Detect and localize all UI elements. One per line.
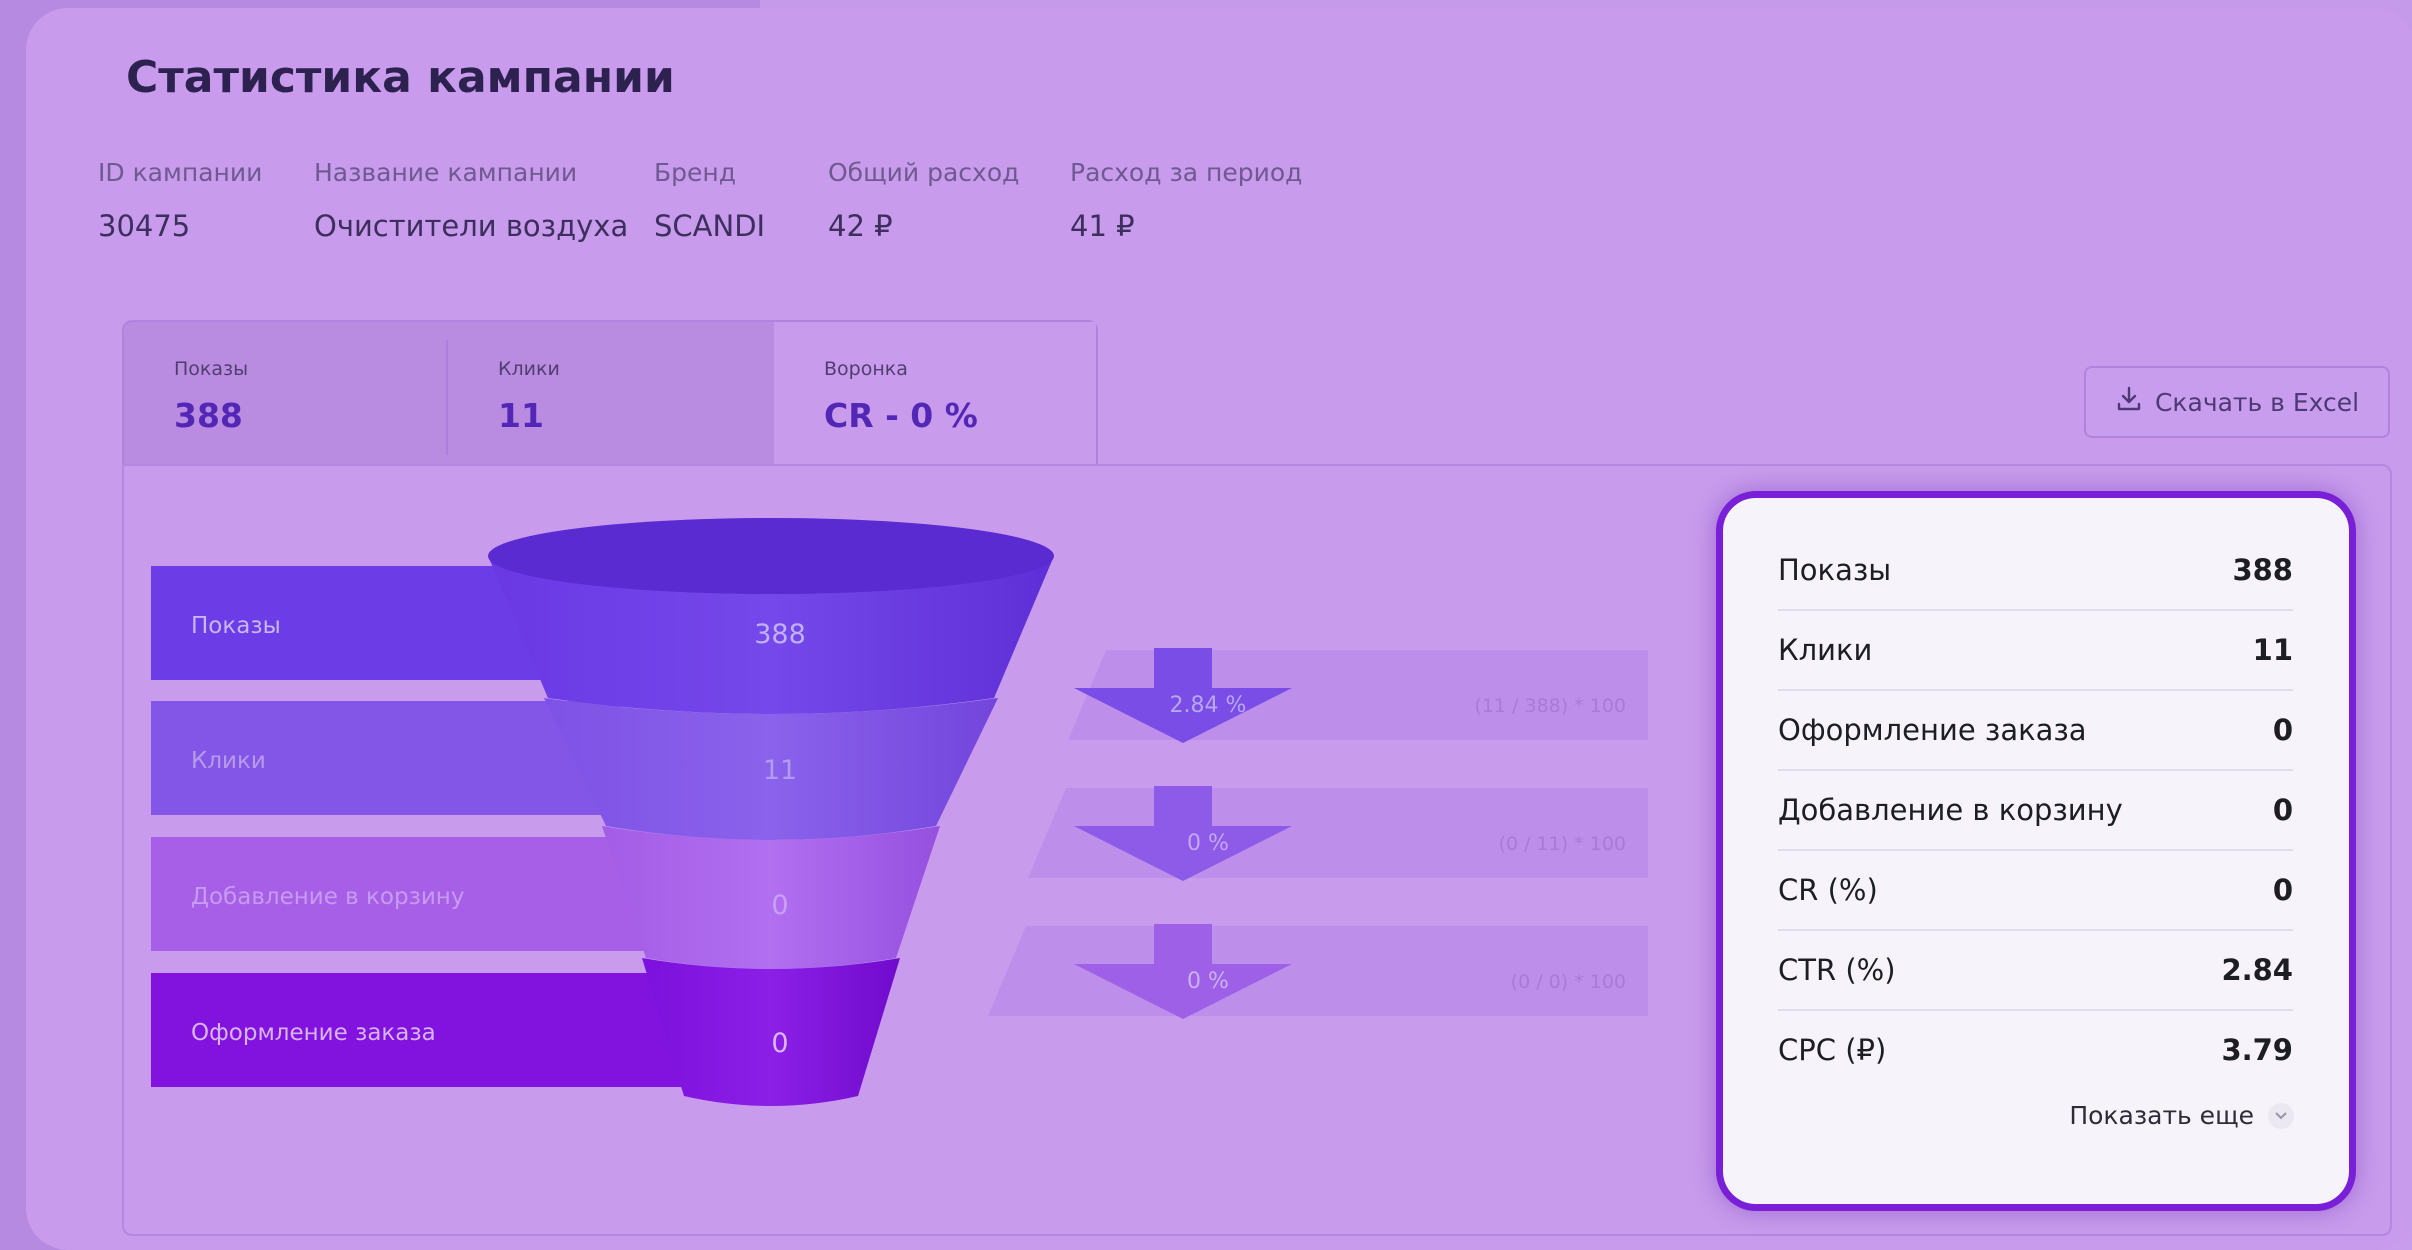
funnel-segment: 388	[488, 518, 1054, 714]
stage-value: 388	[754, 619, 806, 650]
conversion-formula: (0 / 0) * 100	[1511, 971, 1626, 993]
show-more-label: Показать еще	[2069, 1101, 2254, 1130]
summary-label: CTR (%)	[1778, 953, 1896, 987]
conversion-row: 0 % (0 / 11) * 100	[1028, 786, 1648, 881]
summary-value: 11	[2252, 633, 2293, 667]
summary-value: 388	[2232, 553, 2293, 587]
conversion-percent: 0 %	[1187, 831, 1229, 856]
stage-label: Клики	[191, 748, 266, 774]
summary-row: CTR (%) 2.84	[1778, 931, 2293, 1011]
summary-value: 0	[2272, 793, 2293, 827]
summary-row: Клики 11	[1778, 611, 2293, 691]
funnel-segment: 0	[642, 958, 900, 1106]
conversion-row: 0 % (0 / 0) * 100	[988, 924, 1648, 1019]
summary-label: Оформление заказа	[1778, 713, 2087, 747]
funnel-stage: Оформление заказа	[151, 973, 711, 1087]
chevron-down-icon	[2268, 1102, 2294, 1129]
summary-row: CPC (₽) 3.79	[1778, 1011, 2293, 1089]
summary-label: Показы	[1778, 553, 1892, 587]
stage-value: 11	[763, 755, 797, 786]
conversion-formula: (0 / 11) * 100	[1499, 833, 1626, 855]
stage-label: Оформление заказа	[191, 1020, 436, 1046]
funnel-segment: 11	[544, 698, 998, 840]
campaign-stats-panel: Статистика кампании ID кампании 30475 На…	[26, 8, 2412, 1250]
summary-value: 0	[2272, 713, 2293, 747]
conversion-percent: 0 %	[1187, 969, 1229, 994]
summary-label: CPC (₽)	[1778, 1033, 1887, 1067]
funnel-stage: Добавление в корзину	[151, 837, 671, 951]
summary-value: 3.79	[2221, 1033, 2293, 1067]
funnel-segment: 0	[602, 826, 940, 969]
summary-label: Добавление в корзину	[1778, 793, 2123, 827]
summary-row: Оформление заказа 0	[1778, 691, 2293, 771]
conversion-row: 2.84 % (11 / 388) * 100	[1068, 648, 1648, 743]
show-more-button[interactable]: Показать еще	[2069, 1101, 2294, 1130]
conversion-formula: (11 / 388) * 100	[1474, 695, 1626, 717]
stage-label: Добавление в корзину	[191, 884, 464, 910]
conversion-percent: 2.84 %	[1170, 693, 1247, 718]
summary-value: 2.84	[2221, 953, 2293, 987]
stage-label: Показы	[191, 613, 281, 639]
summary-row: Добавление в корзину 0	[1778, 771, 2293, 851]
summary-value: 0	[2272, 873, 2293, 907]
metrics-summary-card: Показы 388 Клики 11 Оформление заказа 0 …	[1716, 491, 2356, 1211]
funnel-stage: Клики	[151, 701, 621, 815]
summary-label: CR (%)	[1778, 873, 1878, 907]
summary-label: Клики	[1778, 633, 1873, 667]
stage-value: 0	[771, 1028, 788, 1059]
summary-row: Показы 388	[1778, 531, 2293, 611]
summary-row: CR (%) 0	[1778, 851, 2293, 931]
stage-value: 0	[771, 890, 788, 921]
